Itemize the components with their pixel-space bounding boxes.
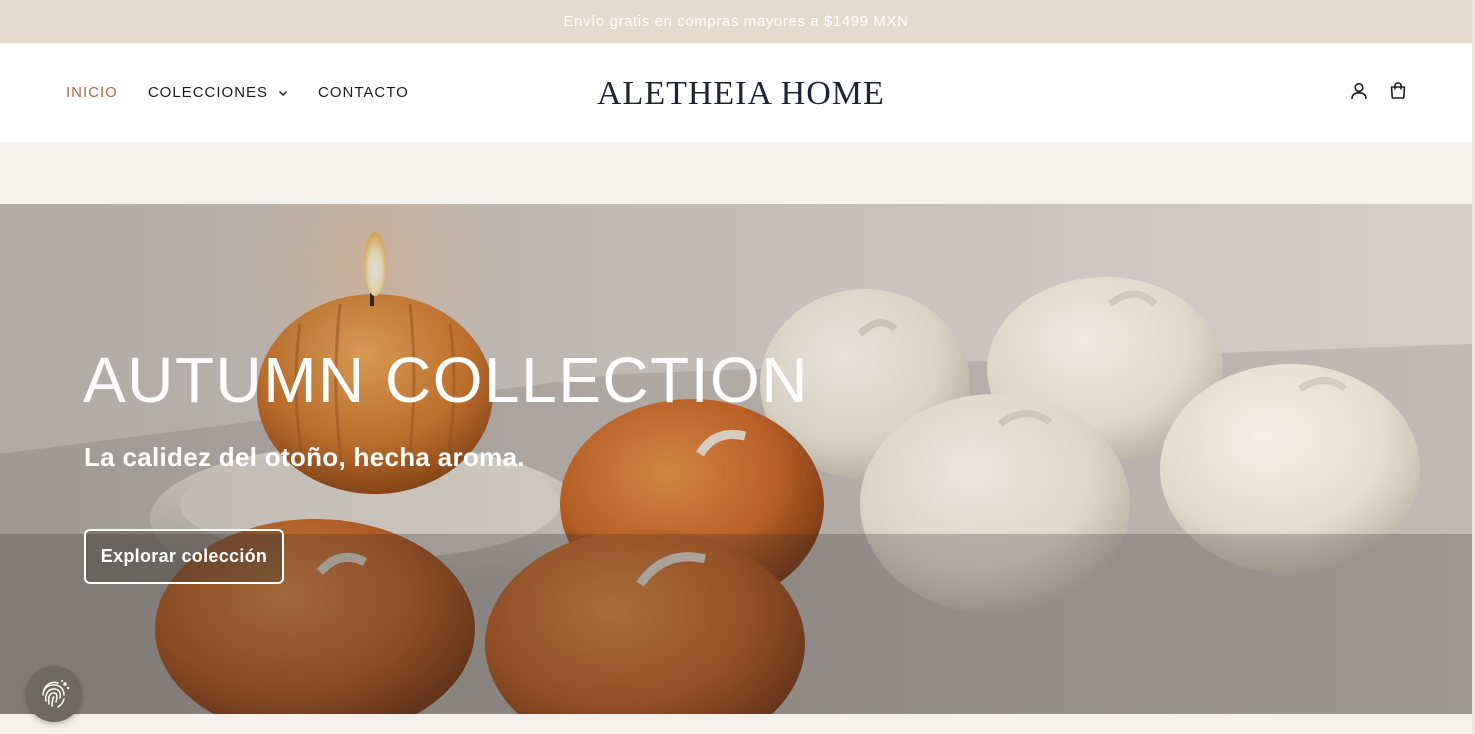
nav-item-colecciones[interactable]: COLECCIONES <box>148 84 288 101</box>
nav-item-colecciones-label: COLECCIONES <box>147 84 269 101</box>
fingerprint-icon <box>42 680 70 708</box>
explore-collection-button[interactable]: Explorar colección <box>84 529 284 584</box>
chevron-down-icon <box>279 90 288 96</box>
hero-title: AUTUMN COLLECTION <box>83 344 809 416</box>
site-header: INICIO COLECCIONES CONTACTO ALETHEIA HOM… <box>0 43 1472 142</box>
main-nav: INICIO COLECCIONES CONTACTO <box>66 43 439 142</box>
header-spacer <box>0 142 1472 204</box>
privacy-badge-button[interactable] <box>26 666 82 722</box>
announcement-text: Envío gratis en compras mayores a $1499 … <box>563 13 909 30</box>
page: Envío gratis en compras mayores a $1499 … <box>0 0 1475 734</box>
header-icons <box>1349 81 1408 101</box>
section-divider <box>0 714 1472 734</box>
hero-banner: AUTUMN COLLECTION La calidez del otoño, … <box>0 204 1472 714</box>
announcement-bar: Envío gratis en compras mayores a $1499 … <box>0 0 1472 43</box>
account-icon[interactable] <box>1349 81 1369 101</box>
nav-item-inicio[interactable]: INICIO <box>66 84 118 101</box>
cart-icon[interactable] <box>1388 81 1408 101</box>
site-logo[interactable]: ALETHEIA HOME <box>597 75 884 113</box>
hero-subtitle: La calidez del otoño, hecha aroma. <box>84 442 525 472</box>
nav-item-contacto[interactable]: CONTACTO <box>318 84 409 101</box>
